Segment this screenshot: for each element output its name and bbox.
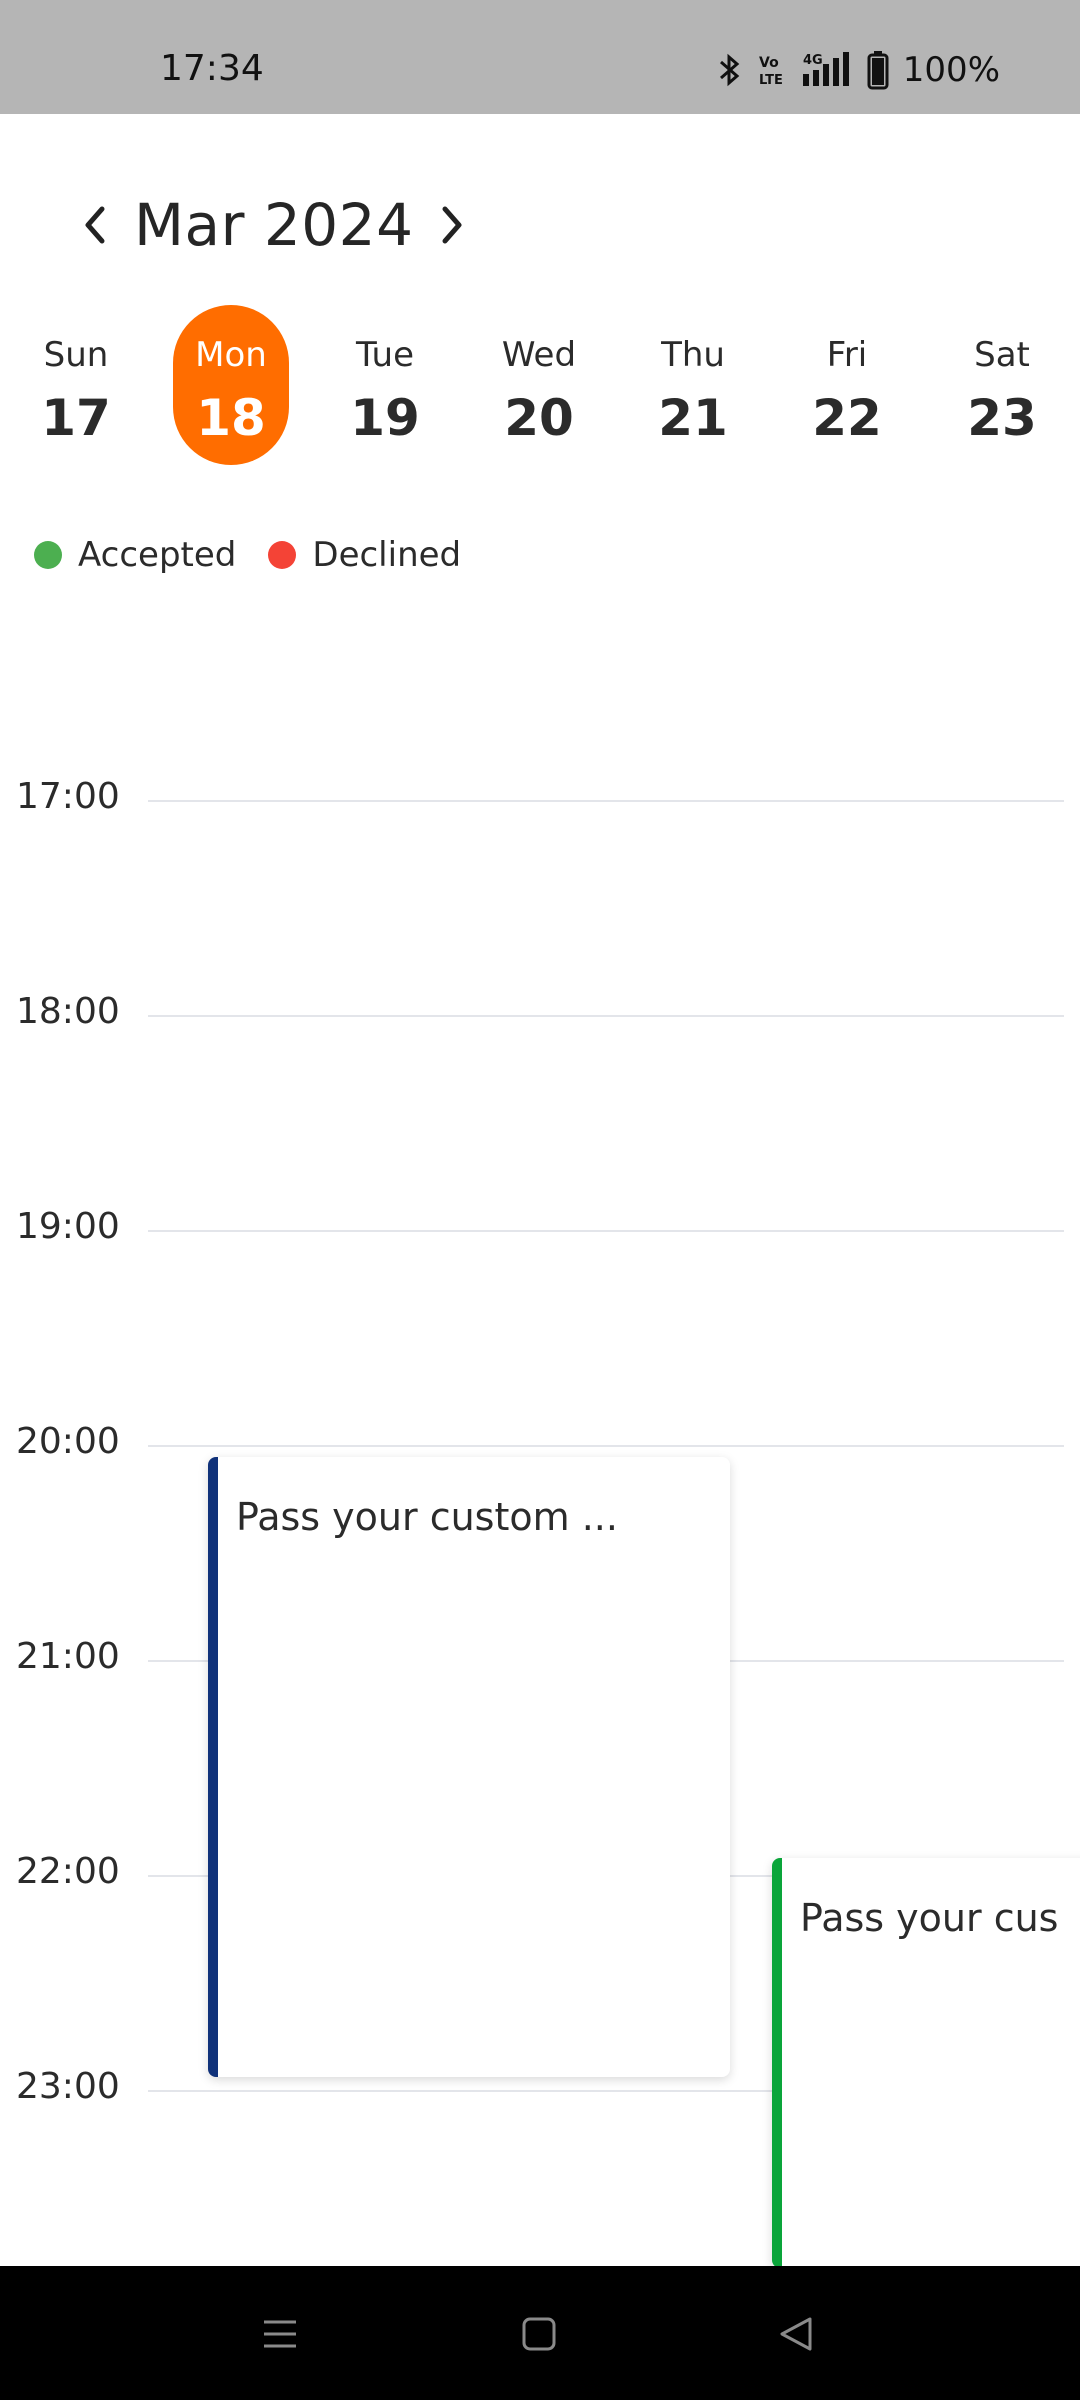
day-sat[interactable]: Sat 23 — [944, 305, 1060, 465]
signal-4g-icon: 4G — [799, 50, 853, 90]
day-name: Sat — [974, 335, 1030, 375]
day-number: 21 — [658, 389, 728, 447]
day-number: 20 — [504, 389, 574, 447]
next-month-button[interactable] — [427, 190, 477, 260]
hour-divider — [148, 1445, 1064, 1447]
day-number: 17 — [41, 389, 111, 447]
prev-month-button[interactable] — [70, 190, 120, 260]
event-color-bar — [208, 1457, 218, 2077]
bluetooth-icon — [717, 50, 743, 90]
day-tue[interactable]: Tue 19 — [327, 305, 443, 465]
hour-label: 23:00 — [16, 2066, 120, 2107]
hour-row: 17:00 — [0, 776, 1080, 836]
battery-percent: 100% — [902, 50, 1000, 90]
status-icons: Vo LTE 4G 100% — [717, 50, 1000, 90]
hour-label: 17:00 — [16, 776, 120, 817]
back-icon — [780, 2317, 812, 2351]
status-legend: Accepted Declined — [34, 535, 493, 575]
day-sun[interactable]: Sun 17 — [18, 305, 134, 465]
status-bar: 17:34 Vo LTE 4G 100% — [0, 0, 1080, 114]
legend-item-accepted: Accepted — [34, 535, 236, 575]
day-name: Sun — [43, 335, 109, 375]
day-number: 23 — [967, 389, 1037, 447]
hour-divider — [148, 800, 1064, 802]
back-button[interactable] — [766, 2306, 826, 2362]
hour-row: 18:00 — [0, 991, 1080, 1051]
legend-label: Accepted — [78, 535, 237, 575]
chevron-right-icon — [442, 206, 462, 244]
event-card[interactable]: Pass your custom ... — [208, 1457, 730, 2077]
day-wed[interactable]: Wed 20 — [481, 305, 597, 465]
hour-divider — [148, 1015, 1064, 1017]
day-mon-selected[interactable]: Mon 18 — [173, 305, 289, 465]
system-nav-bar — [0, 2266, 1080, 2400]
hour-label: 22:00 — [16, 1851, 120, 1892]
day-name: Tue — [355, 335, 415, 375]
home-icon — [522, 2317, 556, 2351]
menu-icon — [264, 2320, 296, 2348]
week-strip: Sun 17 Mon 18 Tue 19 Wed 20 Thu 21 Fri 2… — [0, 305, 1080, 470]
day-name: Wed — [501, 335, 577, 375]
legend-label: Declined — [312, 535, 462, 575]
day-number: 18 — [196, 389, 266, 447]
day-thu[interactable]: Thu 21 — [635, 305, 751, 465]
hour-label: 21:00 — [16, 1636, 120, 1677]
hour-label: 19:00 — [16, 1206, 120, 1247]
event-color-bar — [772, 1858, 782, 2266]
day-timeline[interactable]: 17:00 18:00 19:00 20:00 21:00 22:00 23:0… — [0, 700, 1080, 2266]
day-number: 19 — [350, 389, 420, 447]
svg-text:Vo: Vo — [759, 55, 779, 71]
hour-row: 19:00 — [0, 1206, 1080, 1266]
hour-label: 20:00 — [16, 1421, 120, 1462]
volte-icon: Vo LTE — [757, 50, 785, 90]
battery-icon — [867, 50, 889, 90]
day-fri[interactable]: Fri 22 — [789, 305, 905, 465]
legend-item-declined: Declined — [268, 535, 461, 575]
event-card[interactable]: Pass your cus — [772, 1858, 1080, 2266]
event-title: Pass your custom ... — [236, 1495, 618, 1539]
event-title: Pass your cus — [800, 1896, 1059, 1940]
day-name: Mon — [195, 335, 267, 375]
home-button[interactable] — [509, 2306, 569, 2362]
day-name: Thu — [661, 335, 725, 375]
menu-button[interactable] — [250, 2306, 310, 2362]
svg-text:LTE: LTE — [759, 73, 783, 88]
accepted-dot-icon — [34, 541, 62, 569]
chevron-left-icon — [85, 206, 105, 244]
status-time: 17:34 — [160, 48, 264, 89]
month-header: Mar 2024 — [70, 190, 477, 260]
svg-text:4G: 4G — [803, 53, 823, 68]
hour-label: 18:00 — [16, 991, 120, 1032]
month-title[interactable]: Mar 2024 — [134, 191, 413, 259]
day-number: 22 — [812, 389, 882, 447]
hour-divider — [148, 1230, 1064, 1232]
declined-dot-icon — [268, 541, 297, 569]
day-name: Fri — [826, 335, 868, 375]
